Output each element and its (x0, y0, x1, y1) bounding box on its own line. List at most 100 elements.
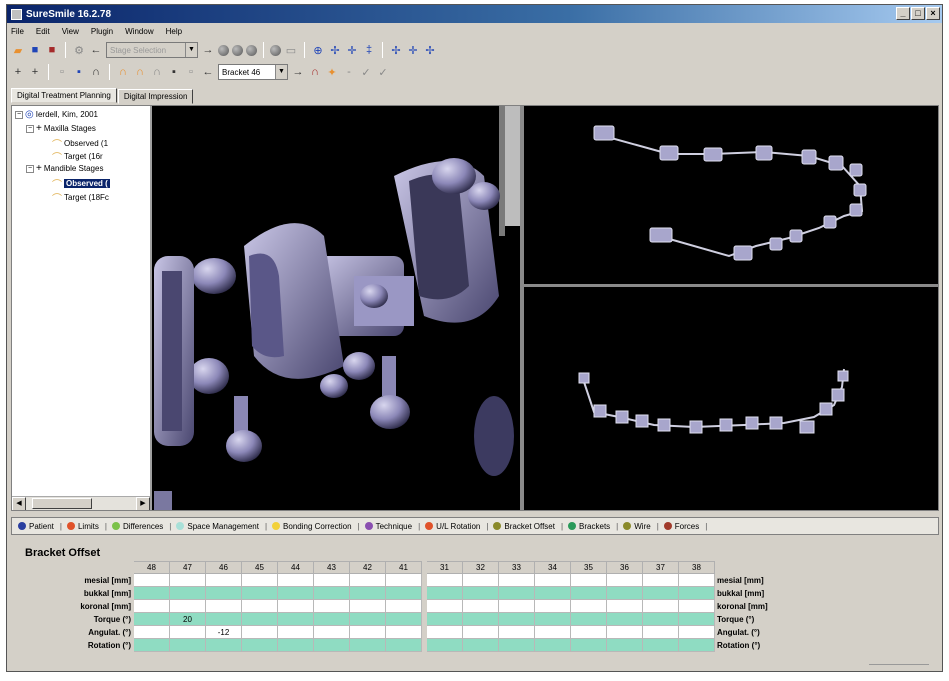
offset-cell[interactable] (426, 573, 463, 587)
offset-cell[interactable]: -12 (205, 625, 242, 639)
target-icon[interactable]: ✦ (325, 65, 339, 79)
offset-cell[interactable] (426, 638, 463, 652)
tree-item-maxilla-stages[interactable]: − + Maxilla Stages (26, 123, 96, 134)
offset-cell[interactable] (349, 599, 386, 613)
tree-root[interactable]: − ◎ Ierdell, Kim, 2001 (15, 109, 98, 120)
legend-item[interactable]: Limits | (66, 522, 107, 531)
tooth-icon[interactable]: ▫ (55, 65, 69, 79)
menu-edit[interactable]: Edit (36, 27, 50, 36)
arch-icon[interactable]: ∩ (133, 65, 147, 79)
collapse-icon[interactable]: − (26, 124, 34, 133)
offset-cell[interactable] (534, 599, 571, 613)
arch-icon[interactable]: ∩ (116, 65, 130, 79)
offset-cell[interactable] (606, 573, 643, 587)
offset-cell[interactable] (349, 612, 386, 626)
offset-cell[interactable] (241, 586, 278, 600)
move-icon[interactable]: ✛ (345, 43, 359, 57)
menu-help[interactable]: Help (166, 27, 182, 36)
axis-icon[interactable]: ⊕ (311, 43, 325, 57)
offset-cell[interactable] (534, 638, 571, 652)
menu-view[interactable]: View (62, 27, 79, 36)
offset-cell[interactable] (205, 612, 242, 626)
legend-item[interactable]: Bracket Offset | (493, 522, 563, 531)
export-icon[interactable]: ■ (45, 43, 59, 57)
offset-cell[interactable] (133, 625, 170, 639)
offset-cell[interactable] (313, 612, 350, 626)
offset-cell[interactable] (385, 573, 422, 587)
offset-cell[interactable] (205, 599, 242, 613)
legend-item[interactable]: Differences | (111, 522, 171, 531)
offset-cell[interactable] (385, 599, 422, 613)
menu-window[interactable]: Window (125, 27, 153, 36)
move-icon[interactable]: ✛ (406, 43, 420, 57)
collapse-icon[interactable]: − (15, 110, 23, 119)
offset-cell[interactable] (205, 573, 242, 587)
back-arrow-icon[interactable]: ← (89, 43, 103, 57)
maximize-button[interactable]: □ (911, 7, 925, 20)
offset-cell[interactable] (349, 573, 386, 587)
offset-cell[interactable] (313, 599, 350, 613)
offset-cell[interactable] (498, 599, 535, 613)
minus-icon[interactable]: ▭ (284, 43, 298, 57)
offset-cell[interactable] (498, 625, 535, 639)
offset-cell[interactable] (277, 612, 314, 626)
legend-item[interactable]: Space Management | (176, 522, 267, 531)
legend-item[interactable]: U/L Rotation | (425, 522, 488, 531)
offset-cell[interactable] (133, 573, 170, 587)
save-icon[interactable]: ■ (28, 43, 42, 57)
offset-cell[interactable] (678, 599, 715, 613)
arch-icon[interactable]: ∩ (89, 65, 103, 79)
tooth-view-icon[interactable] (218, 44, 229, 56)
offset-cell[interactable] (241, 625, 278, 639)
offset-cell[interactable] (277, 625, 314, 639)
grid-icon[interactable]: ▫ (184, 65, 198, 79)
check-icon[interactable]: ✓ (359, 65, 373, 79)
offset-cell[interactable] (606, 638, 643, 652)
frontal-view-bottom[interactable] (524, 287, 938, 510)
offset-cell[interactable] (385, 625, 422, 639)
offset-cell[interactable] (462, 625, 499, 639)
offset-cell[interactable] (241, 573, 278, 587)
offset-cell[interactable] (498, 638, 535, 652)
offset-cell[interactable] (385, 638, 422, 652)
offset-cell[interactable] (349, 586, 386, 600)
arch-icon[interactable]: ∩ (150, 65, 164, 79)
minus-icon[interactable]: - (342, 65, 356, 79)
offset-cell[interactable] (205, 638, 242, 652)
offset-cell[interactable] (277, 586, 314, 600)
legend-item[interactable]: Technique | (364, 522, 420, 531)
move-icon[interactable]: ✢ (389, 43, 403, 57)
grid-icon[interactable]: ▪ (167, 65, 181, 79)
forward-arrow-icon[interactable]: → (291, 65, 305, 79)
scroll-thumb[interactable] (32, 498, 92, 509)
offset-cell[interactable] (169, 599, 206, 613)
offset-cell[interactable] (205, 586, 242, 600)
offset-cell[interactable] (534, 573, 571, 587)
offset-cell[interactable] (313, 586, 350, 600)
tab-digital-impression[interactable]: Digital Impression (117, 89, 194, 104)
menu-file[interactable]: File (11, 27, 24, 36)
offset-cell[interactable] (606, 586, 643, 600)
offset-cell[interactable] (606, 625, 643, 639)
legend-item[interactable]: Wire | (623, 522, 659, 531)
offset-cell[interactable] (498, 586, 535, 600)
offset-cell[interactable] (678, 586, 715, 600)
offset-cell[interactable] (133, 638, 170, 652)
offset-cell[interactable] (678, 612, 715, 626)
offset-cell[interactable] (642, 599, 679, 613)
offset-cell[interactable]: 20 (169, 612, 206, 626)
offset-cell[interactable] (678, 625, 715, 639)
move-icon[interactable]: ✢ (423, 43, 437, 57)
tooth-view-icon[interactable] (246, 44, 257, 56)
offset-cell[interactable] (313, 573, 350, 587)
tree-horizontal-scrollbar[interactable]: ◀ ▶ (12, 496, 150, 510)
collapse-icon[interactable]: − (26, 164, 34, 173)
offset-cell[interactable] (277, 573, 314, 587)
offset-cell[interactable] (642, 638, 679, 652)
3d-closeup-viewport[interactable] (154, 106, 520, 510)
offset-cell[interactable] (462, 599, 499, 613)
tree-item-mandible-observed[interactable]: ⌒ Observed ( (52, 176, 110, 191)
offset-cell[interactable] (534, 612, 571, 626)
offset-cell[interactable] (498, 573, 535, 587)
move-icon[interactable]: ✢ (328, 43, 342, 57)
